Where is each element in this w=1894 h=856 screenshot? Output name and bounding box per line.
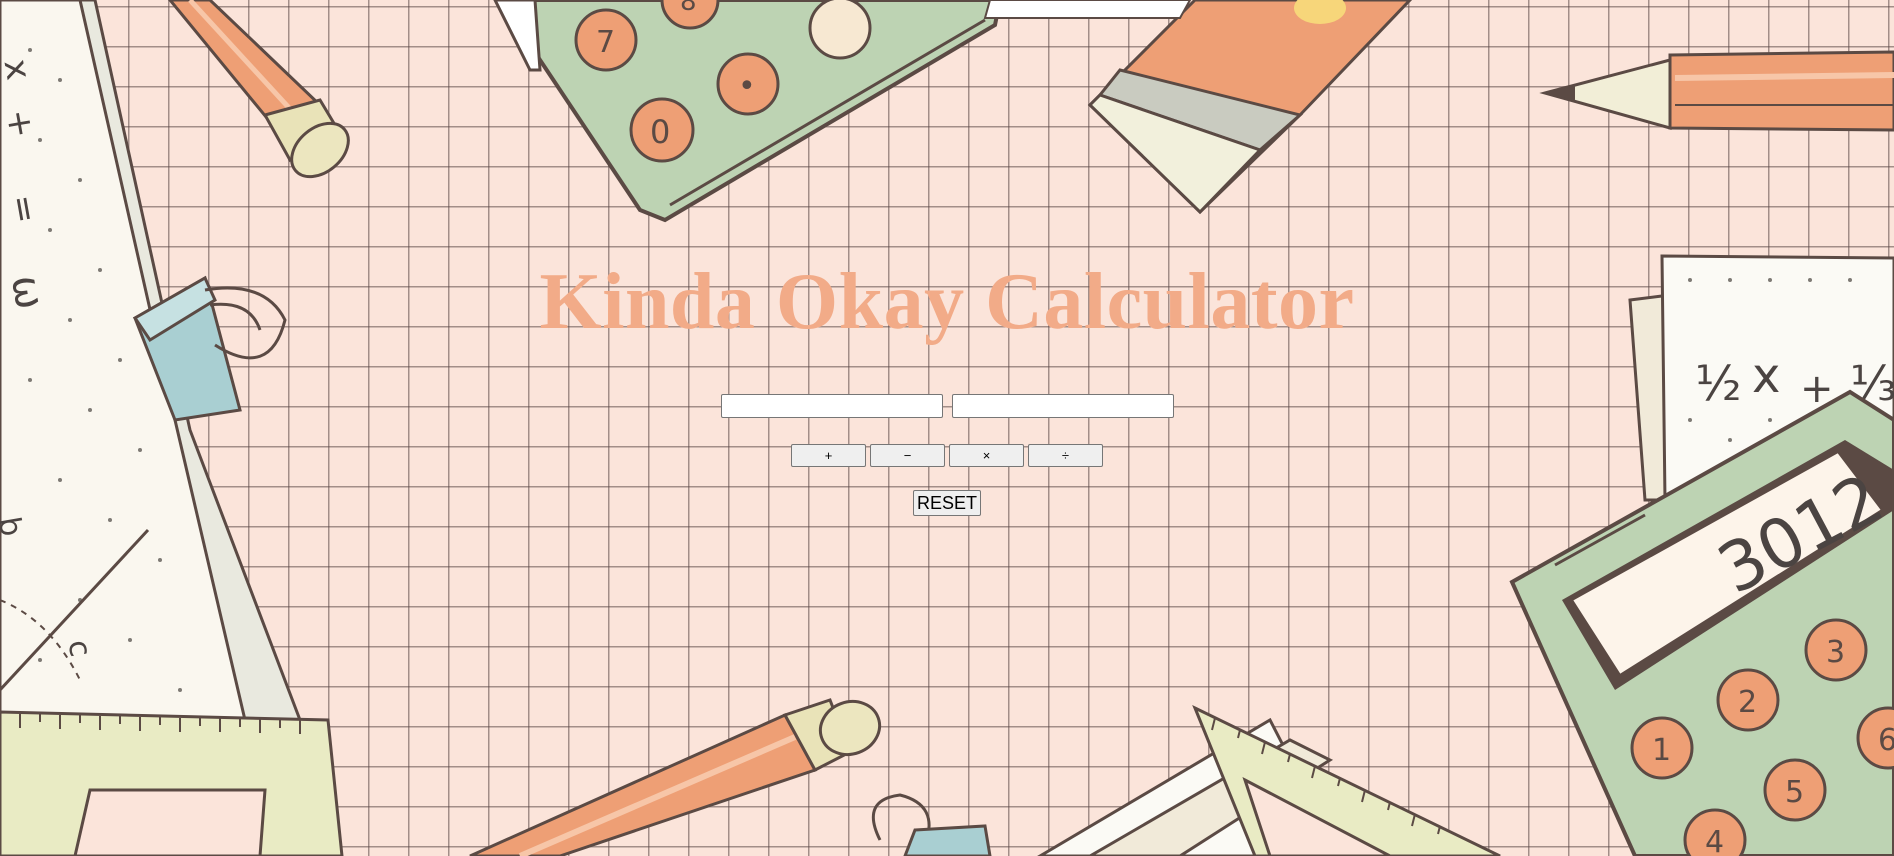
notepad-math-6: c <box>61 637 98 659</box>
reset-button[interactable]: RESET <box>912 490 981 516</box>
top-eraser <box>983 0 1413 215</box>
page-title: Kinda Okay Calculator <box>539 258 1355 346</box>
notepad-math-1: x <box>0 56 38 83</box>
divide-button[interactable]: ÷ <box>1028 444 1103 467</box>
top-right-pencil <box>1539 50 1894 132</box>
left-notepad: x + = ω b c <box>0 0 302 856</box>
bottom-pencil <box>469 698 882 856</box>
bottom-triangle-ruler <box>1192 704 1501 856</box>
notepad-math-5: b <box>0 514 29 539</box>
bottom-left-ruler <box>0 710 344 856</box>
calc-display-3012: 3012 <box>1706 459 1894 610</box>
top-calculator: 7 8 • 0 <box>493 0 1003 223</box>
calc-key-5: 5 <box>1785 775 1804 810</box>
reset-row: RESET <box>0 490 1894 516</box>
calc-key-dot: • <box>738 69 756 104</box>
calc-key-8: 8 <box>680 0 697 17</box>
first-number-input[interactable] <box>720 394 943 418</box>
bottom-papers <box>1037 717 1342 856</box>
notepad-math-3: = <box>2 192 46 227</box>
calc-key-6: 6 <box>1878 723 1894 758</box>
subtract-button[interactable]: − <box>870 444 945 467</box>
calc-key-0: 0 <box>650 113 670 151</box>
stationery-background-illustration: x + = ω b c 7 8 • 0 ½ x + ⅓ 3012 1 2 3 4… <box>0 0 1894 856</box>
top-left-pencil <box>168 0 350 179</box>
bottom-binder-clip <box>871 793 992 856</box>
multiply-button[interactable]: × <box>949 444 1024 467</box>
second-number-input[interactable] <box>951 394 1174 418</box>
operation-buttons: + − × ÷ <box>0 444 1894 467</box>
add-button[interactable]: + <box>791 444 866 467</box>
calc-key-7: 7 <box>596 25 615 60</box>
notepad-math-2: + <box>0 106 42 141</box>
calc-key-4: 4 <box>1705 825 1724 856</box>
operand-inputs <box>0 394 1894 418</box>
calc-key-3: 3 <box>1826 635 1845 670</box>
calc-key-1: 1 <box>1652 733 1671 768</box>
calc-key-2: 2 <box>1738 685 1757 720</box>
